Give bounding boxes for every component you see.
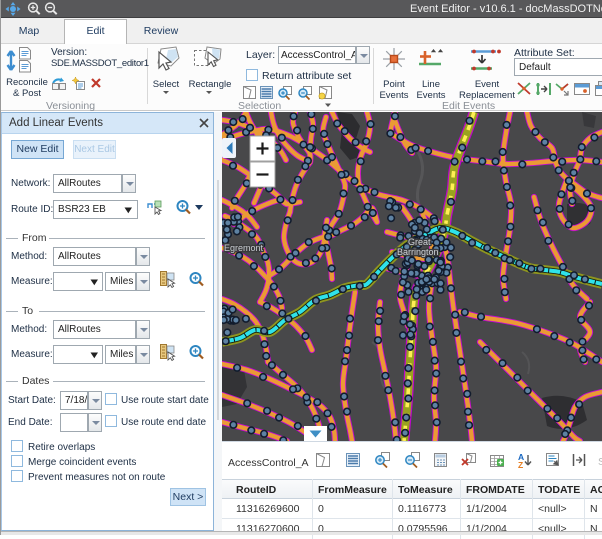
svg-text:Barrington: Barrington: [397, 247, 439, 257]
svg-text:Z: Z: [518, 460, 523, 470]
svg-text:Great: Great: [408, 237, 431, 247]
svg-text:S: S: [598, 456, 602, 468]
svg-text:Egremont: Egremont: [224, 243, 264, 253]
